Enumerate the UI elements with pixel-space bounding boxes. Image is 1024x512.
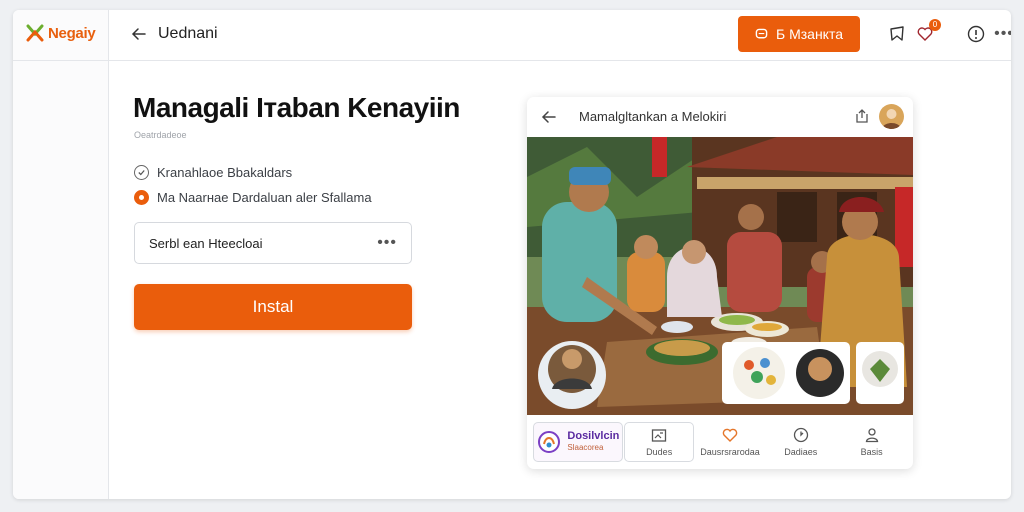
app-name: Negaiy — [48, 24, 96, 42]
tab-label: Basis — [860, 447, 883, 457]
radio-selected-icon — [134, 190, 149, 205]
clock-icon — [793, 427, 808, 443]
share-icon — [856, 109, 868, 123]
tab-profile[interactable]: Basis — [837, 422, 907, 462]
install-button[interactable]: Instal — [134, 284, 412, 330]
tab-label: Dudes — [646, 446, 673, 457]
arrow-left-icon — [131, 28, 146, 40]
arrow-left-icon — [541, 111, 556, 123]
preview-card: Mamalgltankan a Melokiri Dosilvlcin Slaa… — [527, 97, 913, 469]
option-select[interactable]: Serbl ean Нteecloai ••• — [134, 222, 412, 264]
bookmark-icon — [890, 26, 904, 41]
heart-icon — [722, 428, 738, 442]
bookmark-button[interactable] — [885, 22, 909, 46]
more-button[interactable]: ••• — [992, 22, 1011, 46]
main-subtitle: Oeatrdadeoe — [134, 130, 187, 140]
preview-back-button[interactable] — [541, 109, 557, 130]
more-icon: ••• — [994, 25, 1011, 42]
info-icon — [967, 25, 985, 43]
app-logo[interactable]: Negaiy — [25, 23, 96, 43]
option-row-1[interactable]: Kranahlaoe Bbakaldars — [134, 165, 292, 180]
primary-action-button[interactable]: Б Мзанкта — [738, 16, 860, 52]
preview-header: Mamalgltankan a Melokiri — [527, 97, 913, 137]
page-title: Uednani — [158, 25, 218, 42]
preview-share-button[interactable] — [855, 109, 869, 129]
preview-tab-bar: Dosilvlcin Slaacorea Dudes Dausrsrarodaa — [527, 415, 913, 469]
chat-icon — [755, 28, 768, 38]
primary-action-label: Б Мзанкта — [776, 26, 843, 42]
sidebar-divider — [13, 60, 109, 61]
select-value: Serbl ean Нteecloai — [149, 235, 263, 251]
tab-brand-title: Dosilvlcin — [567, 430, 620, 442]
notification-badge: 0 — [929, 19, 941, 31]
more-icon: ••• — [377, 234, 397, 251]
option-row-2[interactable]: Ma Naarнae Dardaluan aler Sfallama — [134, 190, 372, 205]
top-bar: Uednani Б Мзанкта 0 •• — [109, 10, 1011, 61]
tab-label: Dausrsrarodaa — [700, 446, 760, 457]
person-icon — [865, 428, 878, 443]
tab-history[interactable]: Dadiaes — [766, 422, 836, 462]
favorites-button[interactable]: 0 — [913, 19, 941, 46]
tab-label: Dadiaes — [784, 447, 818, 457]
main-heading: Managali Ітаbаn Kenayiin — [133, 92, 460, 123]
tab-brand[interactable]: Dosilvlcin Slaacorea — [533, 422, 624, 462]
brand-logo-icon — [538, 431, 561, 453]
preview-title: Mamalgltankan a Melokiri — [579, 109, 727, 124]
market-scene-image — [527, 137, 913, 415]
logo-icon — [25, 23, 45, 43]
back-button[interactable] — [129, 24, 149, 44]
sidebar: Negaiy — [13, 10, 109, 499]
image-icon — [652, 428, 667, 442]
avatar[interactable] — [879, 104, 904, 129]
tab-brand-subtitle: Slaacorea — [567, 443, 604, 452]
option-label-1: Kranahlaoe Bbakaldars — [157, 165, 293, 180]
option-label-2: Ma Naarнae Dardaluan aler Sfallama — [157, 190, 372, 205]
app-window: Negaiy Uednani Б Мзанкта 0 •• Managali І… — [13, 10, 1011, 499]
tab-images[interactable]: Dudes — [624, 422, 695, 462]
info-button[interactable] — [964, 22, 988, 46]
check-circle-icon — [134, 165, 149, 180]
tab-favorites[interactable]: Dausrsrarodaa — [695, 422, 765, 462]
